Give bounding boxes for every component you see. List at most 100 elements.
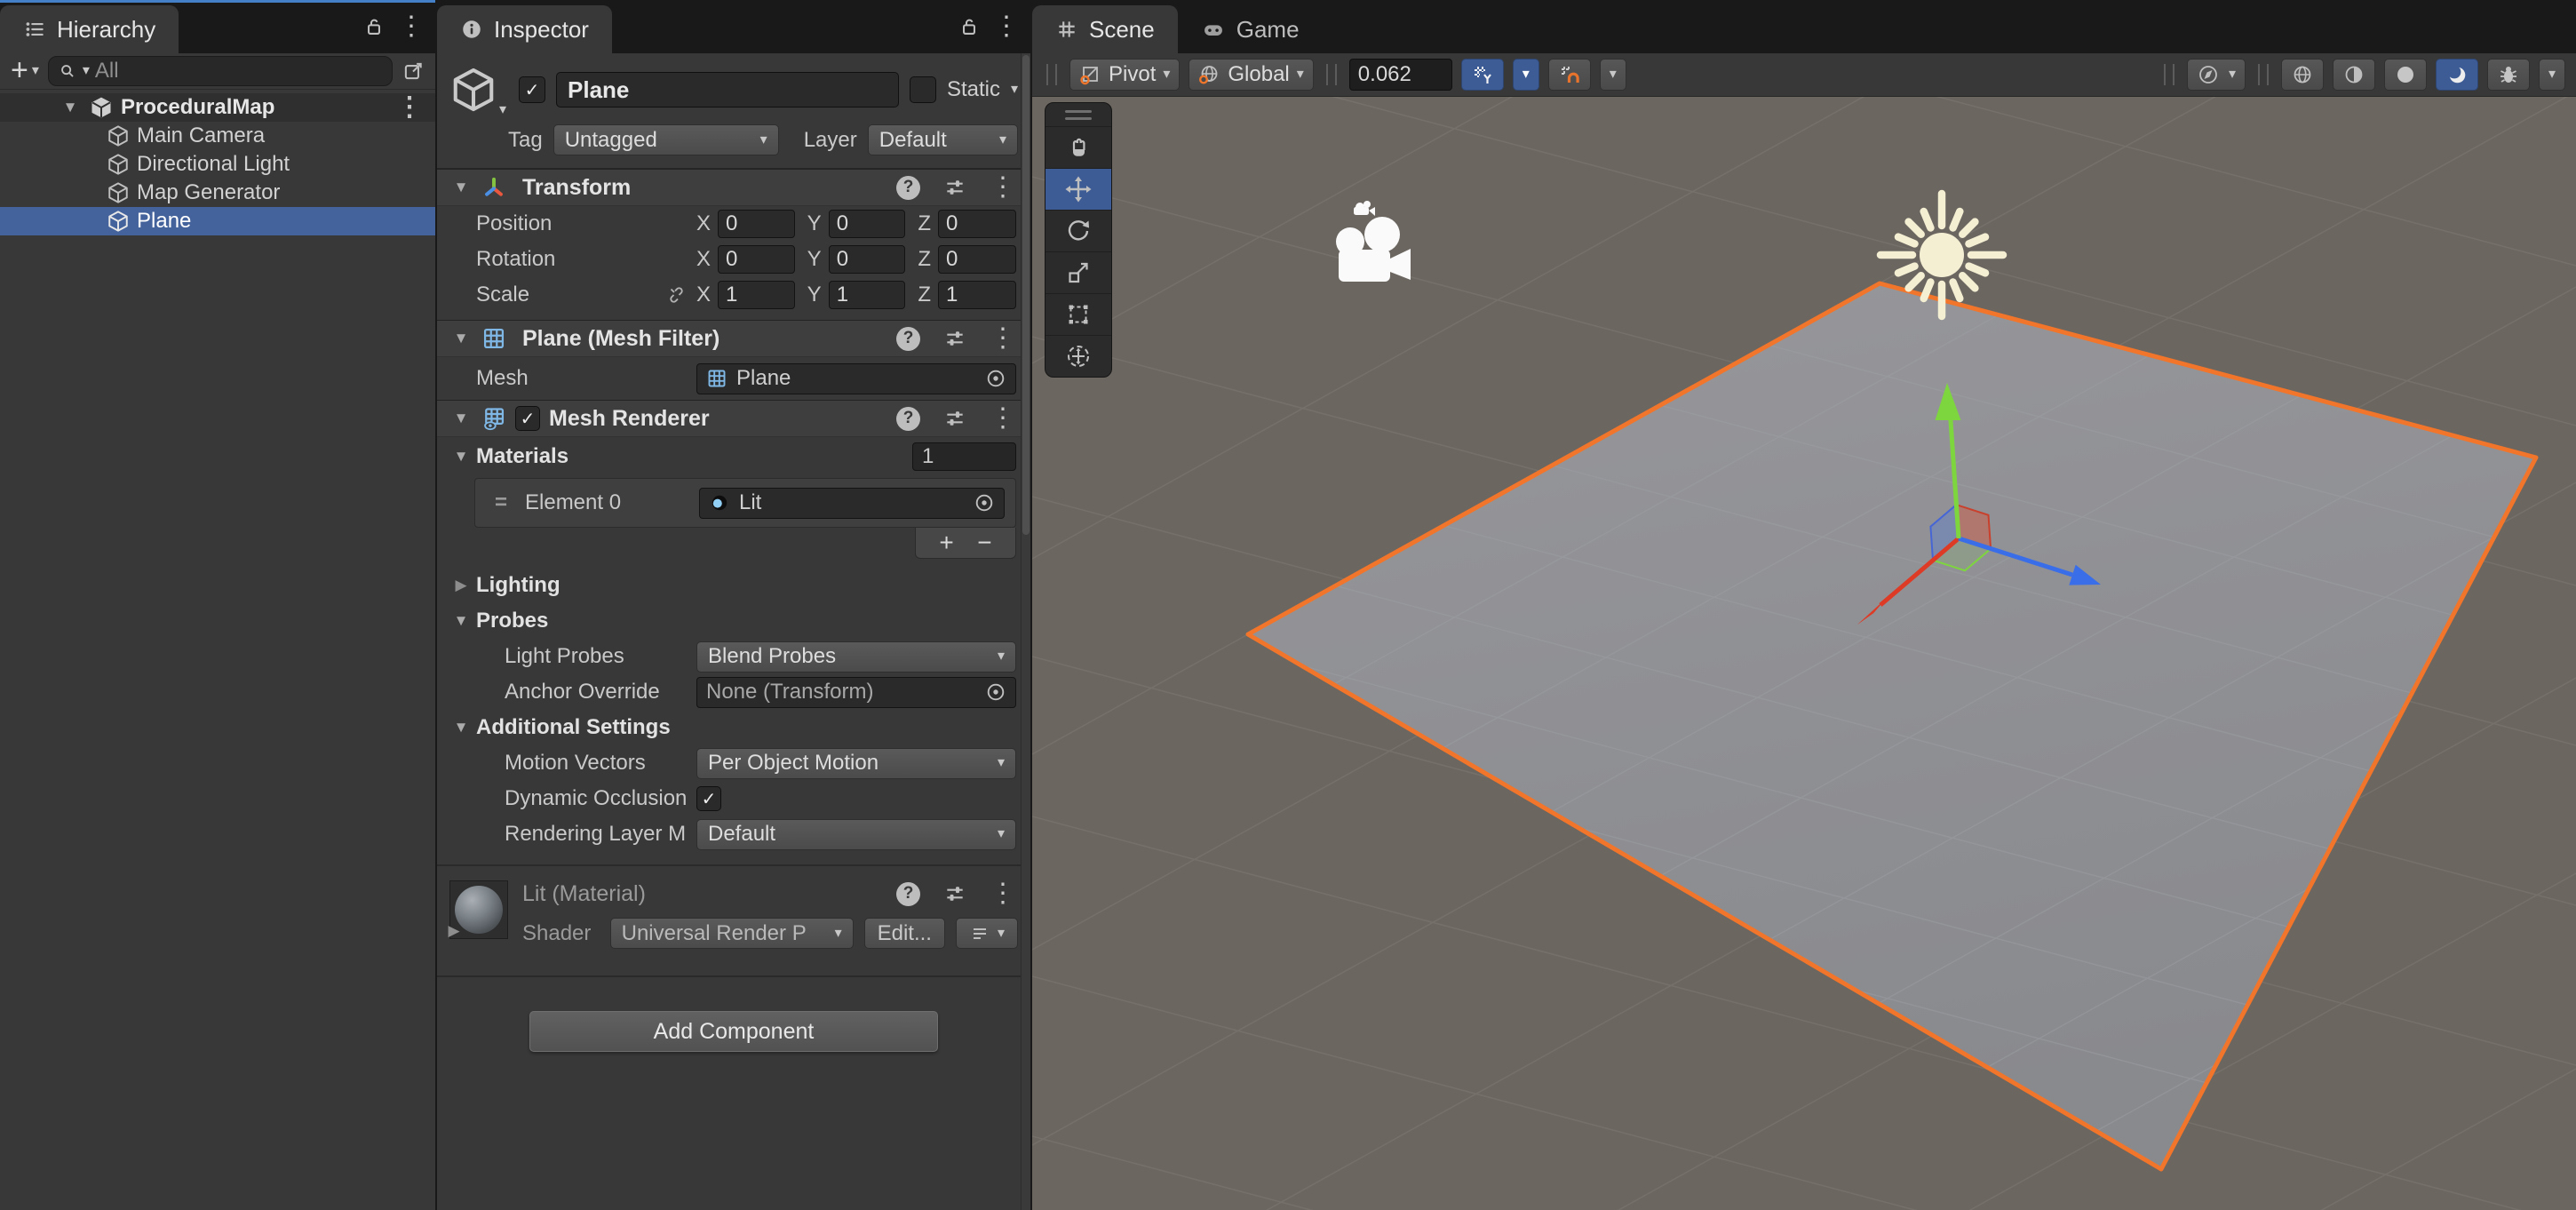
scale-z-field[interactable]: 1 xyxy=(938,281,1016,309)
tag-dropdown[interactable]: Untagged ▾ xyxy=(553,124,779,155)
foldout-open-icon[interactable]: ▼ xyxy=(449,719,473,736)
scene-viewport[interactable] xyxy=(1032,97,2576,1210)
move-tool[interactable] xyxy=(1046,168,1111,210)
search-filter-caret-icon[interactable]: ▾ xyxy=(83,64,90,78)
active-checkbox[interactable]: ✓ xyxy=(519,76,545,103)
presets-icon[interactable] xyxy=(943,327,966,350)
transform-component-header[interactable]: ▼ Transform ? ⋮ xyxy=(437,169,1030,206)
material-menu-button[interactable]: ▾ xyxy=(956,918,1018,949)
component-enabled-checkbox[interactable]: ✓ xyxy=(515,406,540,431)
grid-snap-y-button[interactable] xyxy=(1461,59,1504,91)
link-broken-icon[interactable] xyxy=(666,284,688,306)
rotation-y-field[interactable]: 0 xyxy=(829,245,906,274)
pivot-mode-button[interactable]: Pivot ▾ xyxy=(1069,59,1180,91)
transform-tool[interactable] xyxy=(1046,335,1111,377)
toolbar-drag-handle[interactable] xyxy=(2164,64,2174,85)
create-object-button[interactable]: + ▾ xyxy=(11,59,39,83)
gameobject-icon-selector[interactable]: ▾ xyxy=(449,66,508,114)
hierarchy-item-plane[interactable]: Plane xyxy=(0,207,435,235)
presets-icon[interactable] xyxy=(943,882,966,905)
dynamic-occlusion-checkbox[interactable]: ✓ xyxy=(696,786,721,811)
mesh-filter-header[interactable]: ▼ Plane (Mesh Filter) ? ⋮ xyxy=(437,320,1030,357)
component-menu-icon[interactable]: ⋮ xyxy=(990,405,1016,432)
foldout-open-icon[interactable]: ▼ xyxy=(59,99,82,116)
foldout-open-icon[interactable]: ▼ xyxy=(449,448,473,466)
light-probes-dropdown[interactable]: Blend Probes ▾ xyxy=(696,641,1016,673)
material-object-field[interactable]: Lit xyxy=(699,488,1005,519)
shader-dropdown[interactable]: Universal Render P ▾ xyxy=(610,918,854,949)
foldout-open-icon[interactable]: ▼ xyxy=(449,410,473,427)
tab-game[interactable]: Game xyxy=(1178,5,1323,53)
foldout-open-icon[interactable]: ▼ xyxy=(449,330,473,347)
position-z-field[interactable]: 0 xyxy=(938,210,1016,238)
mesh-object-field[interactable]: Plane xyxy=(696,363,1016,394)
help-icon[interactable]: ? xyxy=(896,407,920,431)
add-component-button[interactable]: Add Component xyxy=(529,1011,938,1052)
presets-icon[interactable] xyxy=(943,407,966,430)
component-menu-icon[interactable]: ⋮ xyxy=(990,880,1016,907)
shader-edit-button[interactable]: Edit... xyxy=(864,918,945,949)
rect-tool[interactable] xyxy=(1046,293,1111,335)
add-material-button[interactable]: + xyxy=(939,529,953,557)
foldout-closed-icon[interactable]: ▶ xyxy=(442,922,465,940)
scale-y-field[interactable]: 1 xyxy=(829,281,906,309)
snap-increment-button[interactable] xyxy=(1548,59,1591,91)
toolbar-drag-handle[interactable] xyxy=(2258,64,2269,85)
static-checkbox[interactable] xyxy=(910,76,936,103)
object-picker-icon[interactable] xyxy=(985,681,1006,703)
materials-row[interactable]: ▼ Materials 1 xyxy=(437,437,1030,476)
object-picker-icon[interactable] xyxy=(974,492,995,513)
component-menu-icon[interactable]: ⋮ xyxy=(990,174,1016,201)
debug-mode-button[interactable] xyxy=(2487,59,2530,91)
hierarchy-item-scene-root[interactable]: ▼ ProceduralMap ⋮ xyxy=(0,93,435,122)
tab-hierarchy[interactable]: Hierarchy xyxy=(0,5,179,53)
help-icon[interactable]: ? xyxy=(896,327,920,351)
tab-scene[interactable]: Scene xyxy=(1032,5,1178,53)
grid-size-field[interactable]: 0.062 xyxy=(1349,59,1452,91)
foldout-open-icon[interactable]: ▼ xyxy=(449,612,473,630)
rendering-layer-dropdown[interactable]: Default ▾ xyxy=(696,819,1016,850)
global-mode-button[interactable]: Global ▾ xyxy=(1189,59,1313,91)
draw-mode-button[interactable]: ▾ xyxy=(2187,59,2246,91)
layer-dropdown[interactable]: Default ▾ xyxy=(868,124,1018,155)
hierarchy-search-input[interactable]: ▾ All xyxy=(48,56,393,86)
materials-count-field[interactable]: 1 xyxy=(912,442,1016,471)
overlay-drag-handle[interactable] xyxy=(1046,103,1111,126)
object-picker-icon[interactable] xyxy=(985,368,1006,389)
snap-settings-dropdown[interactable]: ▾ xyxy=(1600,59,1626,91)
motion-vectors-dropdown[interactable]: Per Object Motion ▾ xyxy=(696,748,1016,779)
tab-inspector[interactable]: Inspector xyxy=(437,5,612,53)
debug-dropdown[interactable]: ▾ xyxy=(2539,59,2565,91)
foldout-open-icon[interactable]: ▼ xyxy=(449,179,473,196)
component-menu-icon[interactable]: ⋮ xyxy=(990,325,1016,352)
scene-lighting-toggle[interactable] xyxy=(2436,59,2478,91)
inspector-scrollbar[interactable] xyxy=(1021,53,1030,1210)
grid-snap-dropdown[interactable]: ▾ xyxy=(1513,59,1539,91)
lock-icon[interactable] xyxy=(362,15,386,38)
scale-tool[interactable] xyxy=(1046,251,1111,293)
shaded-wireframe-toggle[interactable] xyxy=(2333,59,2375,91)
scale-x-field[interactable]: 1 xyxy=(718,281,795,309)
hierarchy-item-directional-light[interactable]: Directional Light xyxy=(0,150,435,179)
presets-icon[interactable] xyxy=(943,176,966,199)
hierarchy-item-map-generator[interactable]: Map Generator xyxy=(0,179,435,207)
foldout-closed-icon[interactable]: ▶ xyxy=(449,577,473,594)
drag-handle-icon[interactable]: = xyxy=(486,490,516,515)
position-x-field[interactable]: 0 xyxy=(718,210,795,238)
probes-foldout-row[interactable]: ▼ Probes xyxy=(437,603,1030,639)
hierarchy-item-main-camera[interactable]: Main Camera xyxy=(0,122,435,150)
help-icon[interactable]: ? xyxy=(896,882,920,906)
remove-material-button[interactable]: − xyxy=(977,529,991,557)
toolbar-drag-handle[interactable] xyxy=(1046,64,1057,85)
rotation-x-field[interactable]: 0 xyxy=(718,245,795,274)
scene-visibility-toggle[interactable] xyxy=(2281,59,2324,91)
toolbar-drag-handle[interactable] xyxy=(1326,64,1337,85)
view-hand-tool[interactable] xyxy=(1046,126,1111,168)
help-icon[interactable]: ? xyxy=(896,176,920,200)
gameobject-name-field[interactable]: Plane xyxy=(556,72,899,107)
material-inspector-header[interactable]: ▶ Lit (Material) ? ⋮ Shader Universal Re… xyxy=(437,864,1030,961)
mesh-renderer-header[interactable]: ▼ ✓ Mesh Renderer ? ⋮ xyxy=(437,400,1030,437)
scene-options-icon[interactable]: ⋮ xyxy=(396,94,423,121)
lock-icon[interactable] xyxy=(958,15,981,38)
panel-menu-icon[interactable]: ⋮ xyxy=(993,13,1020,40)
